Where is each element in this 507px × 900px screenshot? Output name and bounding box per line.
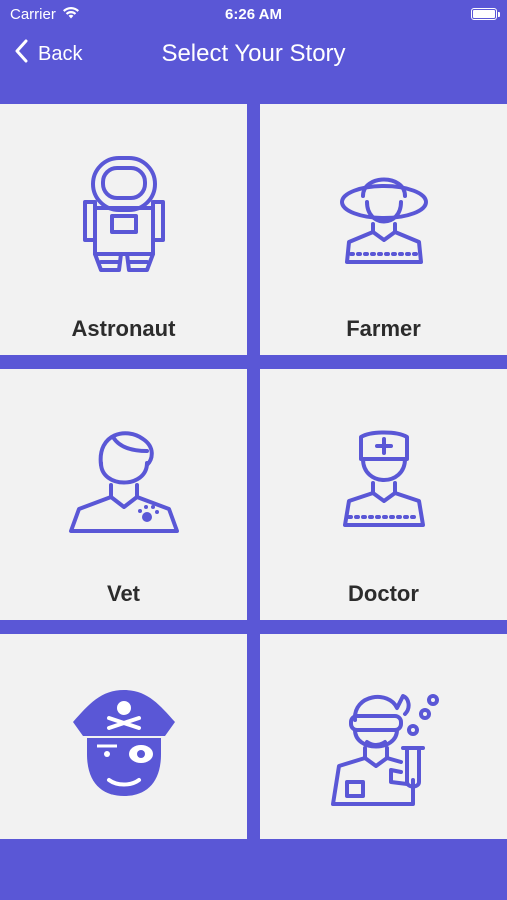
bottom-bar [0,840,507,900]
vet-icon [67,425,181,540]
doctor-icon [341,429,427,534]
story-tile-astronaut[interactable]: Astronaut [0,104,247,355]
story-tile-doctor[interactable]: Doctor [260,369,507,620]
battery-icon [471,8,500,20]
farmer-icon [337,162,431,271]
story-tile-scientist[interactable] [260,634,507,839]
navigation-bar: Back Select Your Story [0,30,507,80]
story-tile-farmer[interactable]: Farmer [260,104,507,355]
story-label: Doctor [348,581,419,606]
status-time: 6:26 AM [225,6,282,23]
story-tile-vet[interactable]: Vet [0,369,247,620]
status-bar: Carrier 6:26 AM [0,0,507,28]
story-label: Vet [106,581,141,606]
pirate-icon [69,684,179,805]
story-label: Astronaut [71,316,176,341]
story-tile-pirate[interactable] [0,634,247,839]
page-title: Select Your Story [161,40,346,67]
story-label: Farmer [346,316,421,341]
astronaut-icon [79,152,169,282]
scientist-icon [329,686,439,813]
